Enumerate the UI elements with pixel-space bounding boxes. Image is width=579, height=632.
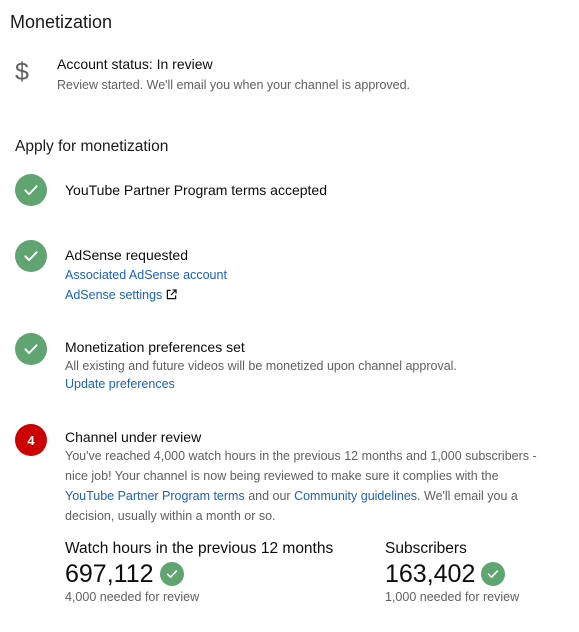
account-status-title: Account status: In review [57, 56, 213, 72]
description-text: and our [244, 489, 295, 503]
community-guidelines-link[interactable]: Community guidelines [294, 489, 417, 503]
step-description: You've reached 4,000 watch hours in the … [65, 446, 547, 526]
check-icon [159, 562, 184, 586]
watch-hours-label: Watch hours in the previous 12 months [65, 540, 334, 557]
check-icon [15, 333, 47, 365]
adsense-settings-label: AdSense settings [65, 288, 163, 302]
dollar-icon: $ [15, 58, 29, 86]
apply-section-title: Apply for monetization [15, 138, 169, 155]
partner-program-terms-link[interactable]: YouTube Partner Program terms [65, 489, 245, 503]
step-title: Channel under review [65, 429, 202, 445]
step-number-badge: 4 [15, 424, 47, 456]
watch-hours-value: 697,112 [65, 560, 154, 588]
adsense-settings-link[interactable]: AdSense settings [65, 288, 177, 302]
account-status-subtitle: Review started. We'll email you when you… [57, 78, 411, 92]
check-icon [15, 174, 47, 206]
external-link-icon [166, 286, 177, 306]
step-title: YouTube Partner Program terms accepted [65, 182, 327, 198]
description-text: You've reached 4,000 watch hours in the … [65, 449, 537, 483]
update-preferences-link[interactable]: Update preferences [65, 377, 175, 391]
associated-adsense-account-link[interactable]: Associated AdSense account [65, 268, 227, 282]
check-icon [481, 562, 506, 586]
check-icon [15, 240, 47, 272]
account-status: $ Account status: In review Review start… [13, 55, 573, 97]
subscribers-label: Subscribers [385, 540, 467, 557]
step-title: AdSense requested [65, 247, 188, 263]
watch-hours-note: 4,000 needed for review [65, 590, 200, 604]
subscribers-note: 1,000 needed for review [385, 590, 520, 604]
page-title: Monetization [10, 12, 113, 32]
subscribers-value: 163,402 [385, 560, 476, 588]
subscribers-stat: Subscribers 163,402 1,000 needed for rev… [385, 540, 519, 604]
watch-hours-stat: Watch hours in the previous 12 months 69… [65, 540, 333, 604]
step-title: Monetization preferences set [65, 339, 245, 355]
step-description: All existing and future videos will be m… [65, 359, 457, 373]
